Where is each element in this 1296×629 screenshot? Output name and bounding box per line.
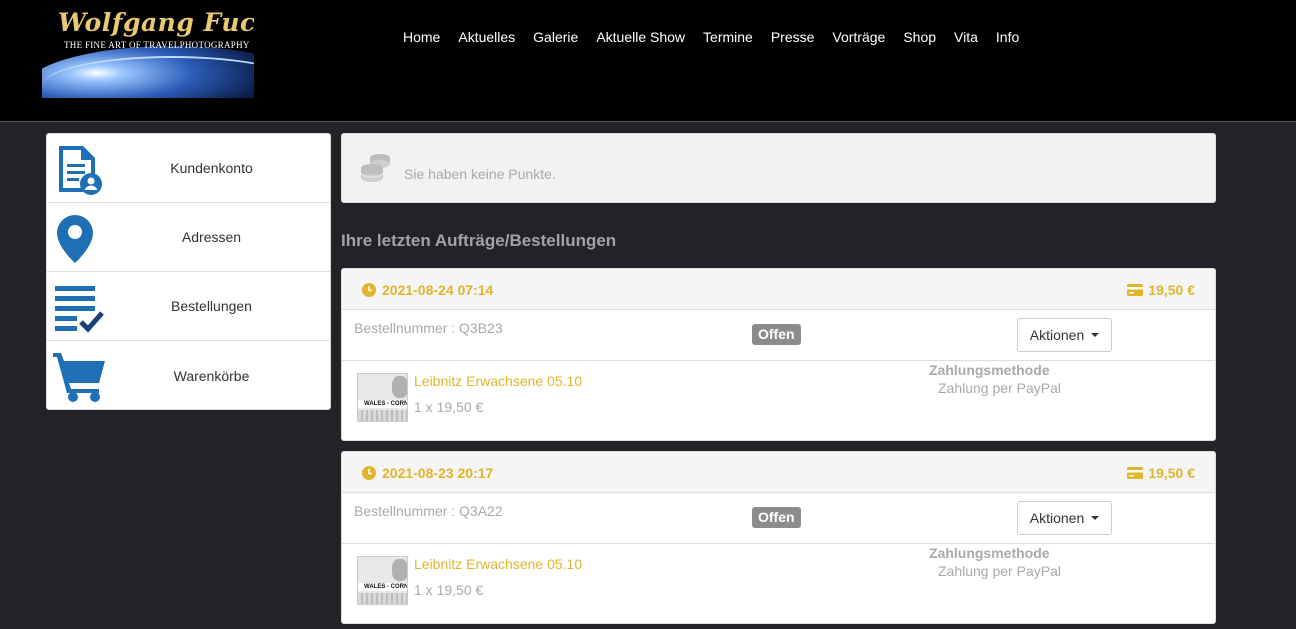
account-sidebar: Kundenkonto Adressen Bestellungen Warenk… [46, 133, 331, 410]
thumbnail-footer [358, 410, 407, 421]
nav-info[interactable]: Info [987, 28, 1028, 48]
nav-aktuelle-show[interactable]: Aktuelle Show [587, 28, 694, 48]
thumbnail-portrait [392, 559, 407, 581]
sidebar-item-adressen[interactable]: Adressen [47, 203, 330, 272]
nav-shop[interactable]: Shop [894, 28, 945, 48]
order-date: 2021-08-24 07:14 [362, 282, 493, 298]
clock-icon [362, 466, 376, 480]
caret-down-icon [1091, 516, 1100, 520]
order-date-text: 2021-08-24 07:14 [382, 282, 494, 298]
sidebar-item-bestellungen[interactable]: Bestellungen [47, 272, 330, 341]
actions-dropdown-button[interactable]: Aktionen [1017, 501, 1112, 535]
nav-presse[interactable]: Presse [762, 28, 824, 48]
actions-dropdown-button[interactable]: Aktionen [1017, 318, 1112, 352]
payment-method-label: Zahlungsmethode [929, 362, 1050, 378]
thumbnail-footer [358, 593, 407, 604]
order-summary-row: Bestellnummer : Q3A22 Offen Aktionen [342, 493, 1215, 544]
order-card: 2021-08-24 07:14 19,50 € Bestellnummer :… [341, 268, 1216, 441]
product-quantity: 1 x 19,50 € [414, 582, 484, 598]
actions-label: Aktionen [1029, 510, 1085, 526]
payment-method-label: Zahlungsmethode [929, 545, 1050, 561]
order-total-text: 19,50 € [1148, 465, 1195, 481]
nav-aktuelles[interactable]: Aktuelles [449, 28, 524, 48]
product-thumbnail[interactable]: WALES - CORNW [357, 556, 408, 605]
site-logo[interactable]: Wolfgang Fuchs THE FINE ART OF TRAVELPHO… [42, 6, 254, 98]
order-number: Bestellnummer : Q3A22 [354, 503, 503, 519]
product-quantity: 1 x 19,50 € [414, 399, 484, 415]
order-list-check-icon [55, 286, 104, 333]
logo-tagline: THE FINE ART OF TRAVELPHOTOGRAPHY [64, 40, 250, 50]
thumbnail-title: WALES - CORNW [364, 401, 408, 407]
order-number: Bestellnummer : Q3B23 [354, 320, 503, 336]
order-date: 2021-08-23 20:17 [362, 465, 493, 481]
order-total: 19,50 € [1127, 282, 1195, 298]
account-document-icon [59, 146, 102, 195]
map-pin-icon [57, 215, 93, 263]
payment-method-value: Zahlung per PayPal [938, 563, 1061, 579]
status-badge: Offen [752, 324, 801, 345]
sidebar-item-kundenkonto[interactable]: Kundenkonto [47, 134, 330, 203]
thumbnail-portrait [392, 376, 407, 398]
caret-down-icon [1091, 333, 1100, 337]
coins-icon [360, 154, 390, 182]
orders-section-title: Ihre letzten Aufträge/Bestellungen [341, 231, 617, 250]
order-header: 2021-08-23 20:17 19,50 € [342, 452, 1215, 493]
order-total: 19,50 € [1127, 465, 1195, 481]
product-thumbnail[interactable]: WALES - CORNW [357, 373, 408, 422]
nav-vita[interactable]: Vita [945, 28, 987, 48]
order-date-text: 2021-08-23 20:17 [382, 465, 494, 481]
nav-termine[interactable]: Termine [694, 28, 762, 48]
actions-label: Aktionen [1029, 327, 1085, 343]
credit-card-icon [1127, 467, 1144, 479]
points-text: Sie haben keine Punkte. [404, 166, 556, 182]
clock-icon [362, 283, 376, 297]
payment-method-value: Zahlung per PayPal [938, 380, 1061, 396]
site-header: Wolfgang Fuchs THE FINE ART OF TRAVELPHO… [0, 0, 1296, 122]
order-header: 2021-08-24 07:14 19,50 € [342, 269, 1215, 310]
points-panel: Sie haben keine Punkte. [341, 133, 1216, 203]
order-card: 2021-08-23 20:17 19,50 € Bestellnummer :… [341, 451, 1216, 624]
order-total-text: 19,50 € [1148, 282, 1195, 298]
product-title-link[interactable]: Leibnitz Erwachsene 05.10 [414, 373, 582, 389]
order-summary-row: Bestellnummer : Q3B23 Offen Aktionen [342, 310, 1215, 361]
nav-vortraege[interactable]: Vorträge [823, 28, 894, 48]
status-badge: Offen [752, 507, 801, 528]
nav-home[interactable]: Home [394, 28, 449, 48]
product-title-link[interactable]: Leibnitz Erwachsene 05.10 [414, 556, 582, 572]
thumbnail-title: WALES - CORNW [364, 584, 408, 590]
main-nav: Home Aktuelles Galerie Aktuelle Show Ter… [394, 28, 1028, 48]
credit-card-icon [1127, 284, 1144, 296]
shopping-cart-icon [53, 353, 105, 402]
logo-name: Wolfgang Fuchs [58, 8, 254, 37]
nav-galerie[interactable]: Galerie [524, 28, 587, 48]
sidebar-item-warenkoerbe[interactable]: Warenkörbe [47, 341, 330, 410]
